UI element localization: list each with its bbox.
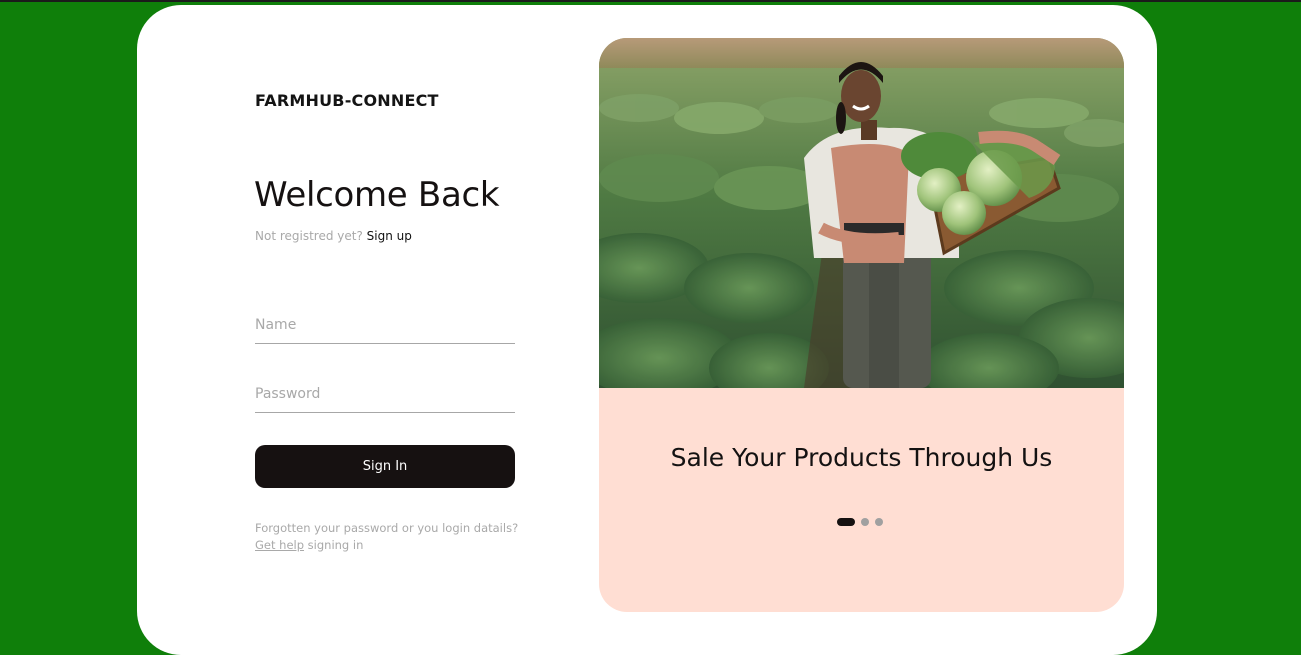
carousel-dot-2[interactable]	[861, 518, 869, 526]
help-text-line: Forgotten your password or you login dat…	[255, 521, 519, 535]
help-text: Forgotten your password or you login dat…	[255, 520, 535, 554]
carousel-dots	[837, 518, 883, 526]
signup-link[interactable]: Sign up	[367, 229, 412, 243]
promo-panel: Sale Your Products Through Us	[599, 38, 1124, 612]
promo-title: Sale Your Products Through Us	[670, 443, 1053, 472]
carousel-dot-1[interactable]	[837, 518, 855, 526]
sign-in-button[interactable]: Sign In	[255, 445, 515, 488]
farmer-photo	[599, 38, 1124, 388]
brand-name: FARMHUB-CONNECT	[255, 91, 439, 110]
page-title: Welcome Back	[254, 175, 500, 215]
top-border	[0, 0, 1301, 2]
get-help-link[interactable]: Get help	[255, 538, 304, 552]
name-input[interactable]	[255, 307, 515, 344]
login-card: FARMHUB-CONNECT Welcome Back Not registr…	[137, 5, 1157, 655]
password-input[interactable]	[255, 376, 515, 413]
not-registered-text: Not registred yet?	[255, 229, 363, 243]
carousel-dot-3[interactable]	[875, 518, 883, 526]
signup-prompt: Not registred yet? Sign up	[255, 229, 412, 243]
help-text-tail: signing in	[307, 538, 364, 552]
